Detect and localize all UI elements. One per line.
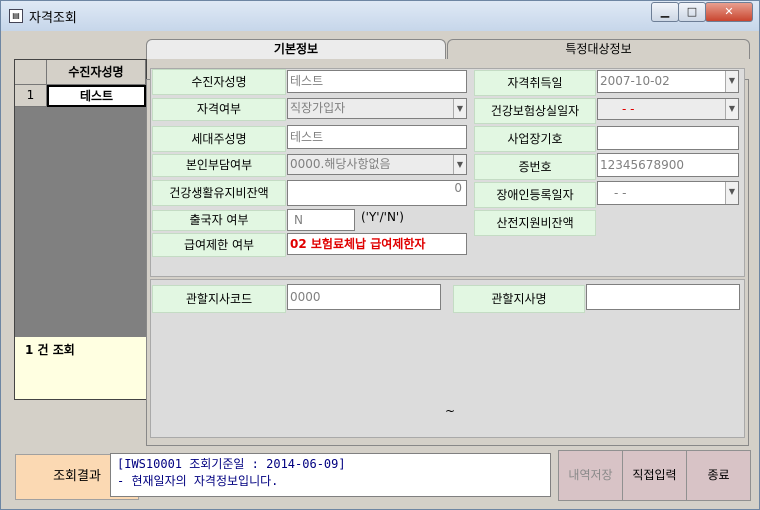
maximize-icon[interactable]: □ <box>678 2 706 22</box>
cert-number-field[interactable]: 12345678900 <box>597 153 739 177</box>
qualification-value: 직장가입자 <box>290 101 346 115</box>
result-count-text: 1 건 조회 <box>25 343 75 357</box>
restriction-field[interactable]: 02 보험료체납 급여제한자 <box>287 233 467 255</box>
grid-corner <box>15 60 47 85</box>
direct-input-button[interactable]: 직접입력 <box>622 450 687 501</box>
lost-date-field[interactable]: - - ▼ <box>597 98 739 120</box>
self-pay-label: 본인부담여부 <box>152 154 286 177</box>
departure-field[interactable]: N <box>287 209 355 231</box>
lost-date-value: - - <box>622 102 635 116</box>
grid-header-name: 수진자성명 <box>47 60 146 85</box>
result-message-line2: - 현재일자의 자격정보입니다. <box>117 474 279 488</box>
workplace-label: 사업장기호 <box>474 126 596 152</box>
grid-row-name[interactable]: 테스트 <box>47 85 146 107</box>
close-icon[interactable]: ✕ <box>705 2 753 22</box>
chevron-down-icon[interactable]: ▼ <box>453 99 466 118</box>
office-section: 관할지사코드 0000 관할지사명 ~ <box>150 279 745 438</box>
cert-label: 증번호 <box>474 154 596 180</box>
minimize-icon[interactable]: ▁ <box>651 2 679 22</box>
tab-special-info[interactable]: 특정대상정보 <box>447 39 750 59</box>
acquired-date-value: 2007-10-02 <box>600 74 670 88</box>
tab-basic-info[interactable]: 기본정보 <box>146 39 446 59</box>
self-pay-value: 0000.해당사항없음 <box>290 157 391 171</box>
office-code-field[interactable]: 0000 <box>287 284 441 310</box>
restriction-label: 급여제한 여부 <box>152 233 286 257</box>
acquired-label: 자격취득일 <box>474 70 596 96</box>
householder-field[interactable]: 테스트 <box>287 125 467 149</box>
acquired-date-field[interactable]: 2007-10-02 ▼ <box>597 70 739 93</box>
save-history-button[interactable]: 내역저장 <box>558 450 623 501</box>
health-balance-field[interactable]: 0 <box>287 180 467 206</box>
qualification-label: 자격여부 <box>152 98 286 121</box>
result-message-line1: [IWS10001 조회기준일 : 2014-06-09] <box>117 457 346 471</box>
maternity-label: 산전지원비잔액 <box>474 210 596 236</box>
office-name-label: 관할지사명 <box>453 285 585 313</box>
office-code-label: 관할지사코드 <box>152 285 286 313</box>
basic-info-section: 수진자성명 테스트 자격여부 직장가입자 ▼ 세대주성명 테스트 본인부담여부 0… <box>150 68 745 277</box>
name-label: 수진자성명 <box>152 69 286 95</box>
name-field[interactable]: 테스트 <box>287 70 467 93</box>
disability-date-value: - - <box>614 186 627 200</box>
qualification-select[interactable]: 직장가입자 ▼ <box>287 98 467 119</box>
window: ▤ 자격조회 ▁ □ ✕ 수진자성명 1 테스트 1 건 조회 기본정보 특정대… <box>0 0 760 510</box>
disability-label: 장애인등록일자 <box>474 182 596 208</box>
app-icon: ▤ <box>9 9 23 23</box>
grid-row-number: 1 <box>15 85 47 107</box>
result-count: 1 건 조회 <box>15 337 146 399</box>
self-pay-select[interactable]: 0000.해당사항없음 ▼ <box>287 154 467 175</box>
chevron-down-icon[interactable]: ▼ <box>725 99 738 119</box>
tilde-mark: ~ <box>445 404 456 418</box>
window-title: 자격조회 <box>29 11 77 26</box>
householder-label: 세대주성명 <box>152 126 286 152</box>
exit-button[interactable]: 종료 <box>686 450 751 501</box>
patient-grid[interactable]: 수진자성명 1 테스트 1 건 조회 <box>14 59 147 400</box>
office-name-field[interactable] <box>586 284 740 310</box>
chevron-down-icon[interactable]: ▼ <box>453 155 466 174</box>
lost-label: 건강보험상실일자 <box>474 98 596 124</box>
chevron-down-icon[interactable]: ▼ <box>725 71 738 92</box>
health-balance-label: 건강생활유지비잔액 <box>152 180 286 206</box>
title-bar: ▤ 자격조회 ▁ □ ✕ <box>1 1 759 31</box>
result-message: [IWS10001 조회기준일 : 2014-06-09] - 현재일자의 자격… <box>110 453 551 497</box>
disability-date-field[interactable]: - - ▼ <box>597 181 739 205</box>
client-area: 수진자성명 1 테스트 1 건 조회 기본정보 특정대상정보 수진자성명 테스트… <box>9 31 751 501</box>
departure-label: 출국자 여부 <box>152 210 286 231</box>
departure-hint: ('Y'/'N') <box>361 210 404 224</box>
chevron-down-icon[interactable]: ▼ <box>725 182 738 204</box>
workplace-field[interactable] <box>597 126 739 150</box>
tab-panel: 수진자성명 테스트 자격여부 직장가입자 ▼ 세대주성명 테스트 본인부담여부 0… <box>146 68 749 446</box>
